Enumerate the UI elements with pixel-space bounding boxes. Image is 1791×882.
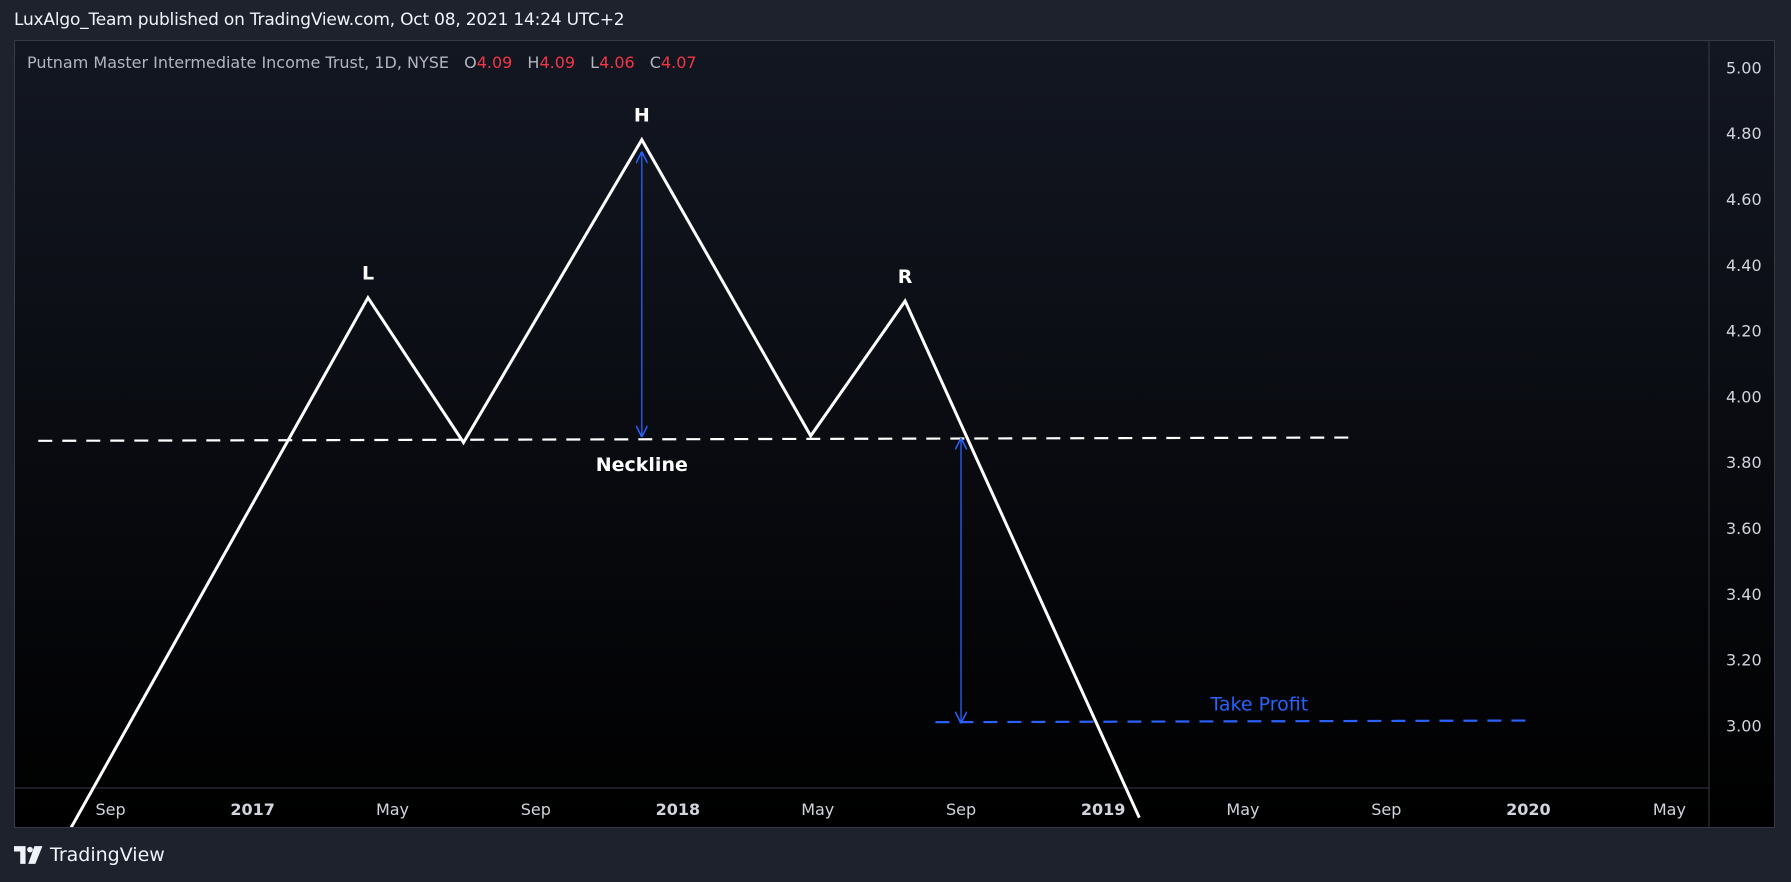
x-tick-label: 2020 (1506, 800, 1551, 819)
published-by-header: LuxAlgo_Team published on TradingView.co… (14, 10, 625, 30)
x-tick-label: Sep (1371, 800, 1401, 819)
open-label: O (464, 53, 477, 72)
chart-background (15, 41, 1774, 827)
y-tick-label: 4.20 (1726, 322, 1762, 341)
close-value: 4.07 (660, 53, 697, 72)
y-tick-label: 3.40 (1726, 585, 1762, 604)
x-tick-label: Sep (95, 800, 125, 819)
x-tick-label: May (1226, 800, 1259, 819)
y-tick-label: 3.60 (1726, 519, 1762, 538)
x-tick-label: 2018 (656, 800, 701, 819)
peak-label: H (634, 105, 650, 127)
peak-label: L (362, 263, 374, 285)
y-tick-label: 4.40 (1726, 256, 1762, 275)
chart-pane[interactable]: 5.00 4.80 4.60 4.40 4.20 4.00 3.80 3.60 3.40 3.20… (14, 40, 1775, 828)
x-tick-label: 2019 (1081, 800, 1126, 819)
low-value: 4.06 (599, 53, 635, 72)
y-tick-label: 4.00 (1726, 387, 1762, 406)
y-tick-label: 5.00 (1726, 58, 1762, 77)
x-tick-label: May (1653, 800, 1686, 819)
close-label: C (649, 53, 661, 72)
price-chart[interactable]: 5.00 4.80 4.60 4.40 4.20 4.00 3.80 3.60 3.40 3.20… (15, 41, 1775, 828)
peak-label: R (898, 266, 913, 288)
neckline-label: Neckline (596, 454, 688, 476)
symbol-legend[interactable]: Putnam Master Intermediate Income Trust,… (27, 53, 697, 72)
high-value: 4.09 (539, 53, 576, 72)
x-tick-label: May (801, 800, 834, 819)
symbol-description: Putnam Master Intermediate Income Trust,… (27, 53, 449, 72)
y-tick-label: 4.80 (1726, 124, 1762, 143)
x-tick-label: 2017 (230, 800, 275, 819)
y-tick-label: 3.00 (1726, 716, 1762, 735)
tradingview-logo-icon (14, 846, 43, 864)
x-tick-label: Sep (946, 800, 976, 819)
tradingview-footer[interactable]: TradingView (14, 844, 165, 866)
low-label: L (590, 53, 600, 72)
y-tick-label: 4.60 (1726, 190, 1762, 209)
high-label: H (527, 53, 540, 72)
x-tick-label: Sep (521, 800, 551, 819)
y-tick-label: 3.20 (1726, 651, 1762, 670)
x-tick-label: May (376, 800, 409, 819)
take-profit-label: Take Profit (1209, 694, 1308, 716)
open-value: 4.09 (476, 53, 513, 72)
tradingview-brand: TradingView (50, 844, 165, 866)
y-tick-label: 3.80 (1726, 453, 1762, 472)
